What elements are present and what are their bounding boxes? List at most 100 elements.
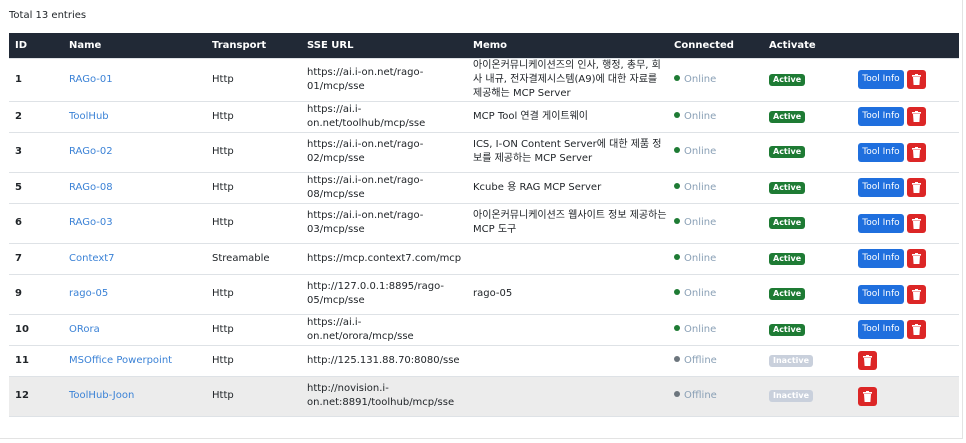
cell-activate: Active <box>763 313 858 345</box>
tool-info-button[interactable]: Tool Info <box>858 107 904 126</box>
delete-button[interactable] <box>907 107 926 126</box>
column-header-connected[interactable]: Connected <box>668 33 763 58</box>
table-row[interactable]: 10 ORora Http https://ai.i-on.net/orora/mcp… <box>9 313 959 345</box>
tool-info-button[interactable]: Tool Info <box>858 70 904 89</box>
column-header-activate[interactable]: Activate <box>763 33 858 58</box>
column-header-memo[interactable]: Memo <box>467 33 668 58</box>
connection-status: Online <box>684 146 717 157</box>
connection-status: Online <box>684 288 717 299</box>
table-row[interactable]: 1 RAGo-01 Http https://ai.i-on.net/rago-01/… <box>9 57 959 101</box>
cell-id: 7 <box>9 242 63 274</box>
cell-transport: Http <box>206 202 301 243</box>
server-list-panel: Total 13 entries ID Name Transport SSE U… <box>0 0 963 439</box>
cell-name: RAGo-01 <box>63 57 206 101</box>
status-badge: Active <box>769 181 806 194</box>
delete-button[interactable] <box>858 351 877 370</box>
trash-icon <box>863 355 872 366</box>
cell-memo: ICS, I-ON Content Server에 대한 제품 정보를 제공하는… <box>467 131 668 172</box>
status-dot-icon <box>674 289 680 295</box>
server-name-link[interactable]: ORora <box>69 324 100 335</box>
cell-activate: Inactive <box>763 344 858 376</box>
cell-sse-url: http://novision.i-on.net:8891/toolhub/mc… <box>301 375 467 417</box>
trash-icon <box>863 390 872 402</box>
cell-activate: Active <box>763 171 858 203</box>
table-row[interactable]: 12 ToolHub-Joon Http http://novision.i-on.n… <box>9 375 959 417</box>
trash-icon <box>912 217 921 229</box>
cell-name: RAGo-08 <box>63 171 206 203</box>
cell-name: MSOffice Powerpoint <box>63 344 206 376</box>
server-name-link[interactable]: RAGo-02 <box>69 146 113 157</box>
cell-actions <box>858 375 959 417</box>
column-header-transport[interactable]: Transport <box>206 33 301 58</box>
column-header-sse-url[interactable]: SSE URL <box>301 33 467 58</box>
cell-actions: Tool Info <box>858 273 959 314</box>
table-row[interactable]: 6 RAGo-03 Http https://ai.i-on.net/rago-03/… <box>9 202 959 243</box>
cell-actions: Tool Info <box>858 57 959 101</box>
tool-info-button[interactable]: Tool Info <box>858 178 904 197</box>
cell-actions <box>858 344 959 376</box>
cell-id: 12 <box>9 375 63 417</box>
cell-sse-url: https://ai.i-on.net/rago-03/mcp/sse <box>301 202 467 243</box>
server-name-link[interactable]: ToolHub-Joon <box>69 390 134 401</box>
table-row[interactable]: 2 ToolHub Http https://ai.i-on.net/toolhub/… <box>9 100 959 132</box>
cell-connected: Online <box>668 313 763 345</box>
server-name-link[interactable]: ToolHub <box>69 111 109 122</box>
delete-button[interactable] <box>907 70 926 89</box>
server-name-link[interactable]: Context7 <box>69 253 115 264</box>
server-name-link[interactable]: RAGo-08 <box>69 182 113 193</box>
cell-sse-url: https://ai.i-on.net/rago-01/mcp/sse <box>301 57 467 101</box>
table-row[interactable]: 7 Context7 Streamable https://mcp.context7.… <box>9 242 959 274</box>
column-header-name[interactable]: Name <box>63 33 206 58</box>
delete-button[interactable] <box>858 386 877 406</box>
status-dot-icon <box>674 218 680 224</box>
cell-memo: Kcube 용 RAG MCP Server <box>467 171 668 203</box>
cell-activate: Active <box>763 100 858 132</box>
total-entries-label: Total 13 entries <box>9 10 87 21</box>
delete-button[interactable] <box>907 142 926 162</box>
connection-status: Offline <box>684 390 717 401</box>
server-name-link[interactable]: MSOffice Powerpoint <box>69 355 172 366</box>
status-badge: Active <box>769 252 806 265</box>
table-row[interactable]: 3 RAGo-02 Http https://ai.i-on.net/rago-02/… <box>9 131 959 172</box>
cell-actions: Tool Info <box>858 242 959 274</box>
delete-button[interactable] <box>907 284 926 304</box>
cell-transport: Http <box>206 100 301 132</box>
tool-info-button[interactable]: Tool Info <box>858 284 904 304</box>
cell-connected: Online <box>668 100 763 132</box>
delete-button[interactable] <box>907 249 926 268</box>
cell-id: 6 <box>9 202 63 243</box>
trash-icon <box>912 146 921 158</box>
connection-status: Online <box>684 217 717 228</box>
cell-activate: Inactive <box>763 375 858 417</box>
trash-icon <box>912 324 921 335</box>
cell-id: 5 <box>9 171 63 203</box>
column-header-id[interactable]: ID <box>9 33 63 58</box>
cell-transport: Streamable <box>206 242 301 274</box>
table-row[interactable]: 5 RAGo-08 Http https://ai.i-on.net/rago-08/… <box>9 171 959 203</box>
trash-icon <box>912 253 921 264</box>
table-row[interactable]: 11 MSOffice Powerpoint Http http://125.131.… <box>9 344 959 376</box>
server-name-link[interactable]: RAGo-01 <box>69 74 113 85</box>
tool-info-button[interactable]: Tool Info <box>858 213 904 233</box>
tool-info-button[interactable]: Tool Info <box>858 249 904 268</box>
cell-name: ORora <box>63 313 206 345</box>
cell-activate: Active <box>763 131 858 172</box>
delete-button[interactable] <box>907 178 926 197</box>
cell-name: Context7 <box>63 242 206 274</box>
connection-status: Online <box>684 73 717 85</box>
table-row[interactable]: 9 rago-05 Http http://127.0.0.1:8895/rago-0… <box>9 273 959 314</box>
server-name-link[interactable]: rago-05 <box>69 288 108 299</box>
delete-button[interactable] <box>907 320 926 339</box>
delete-button[interactable] <box>907 213 926 233</box>
cell-actions: Tool Info <box>858 100 959 132</box>
cell-id: 3 <box>9 131 63 172</box>
cell-name: RAGo-02 <box>63 131 206 172</box>
cell-connected: Online <box>668 242 763 274</box>
server-name-link[interactable]: RAGo-03 <box>69 217 113 228</box>
cell-memo <box>467 313 668 345</box>
status-dot-icon <box>674 324 680 331</box>
tool-info-button[interactable]: Tool Info <box>858 320 904 339</box>
status-badge: Active <box>769 217 806 229</box>
tool-info-button[interactable]: Tool Info <box>858 142 904 162</box>
cell-id: 10 <box>9 313 63 345</box>
